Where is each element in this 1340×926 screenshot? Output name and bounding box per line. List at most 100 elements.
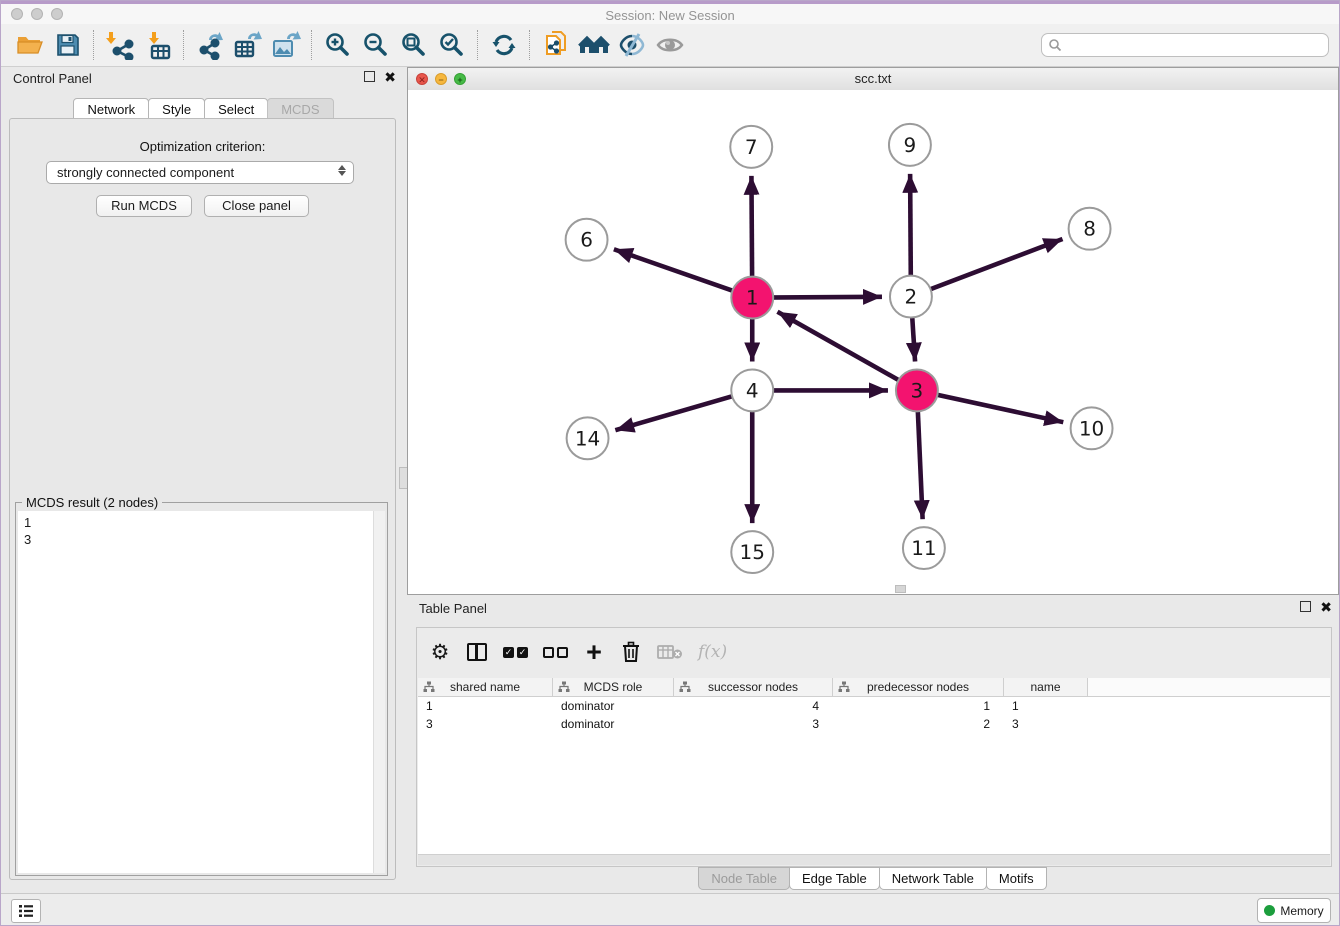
table-row[interactable]: 1dominator411 bbox=[418, 697, 1330, 715]
tab-mcds[interactable]: MCDS bbox=[267, 98, 333, 119]
graph-node-label-1: 1 bbox=[746, 286, 759, 310]
search-box[interactable] bbox=[1041, 33, 1329, 57]
network-window-title: scc.txt bbox=[408, 68, 1338, 89]
column-header-filler bbox=[1088, 678, 1330, 697]
network-canvas[interactable]: 7968124314101511 bbox=[408, 90, 1338, 594]
tab-network[interactable]: Network bbox=[73, 98, 149, 119]
import-table-icon[interactable] bbox=[139, 28, 177, 62]
column-header-predecessor-nodes[interactable]: predecessor nodes bbox=[833, 678, 1004, 697]
table-cell[interactable]: 1 bbox=[1004, 697, 1088, 715]
node-table: shared nameMCDS rolesuccessor nodesprede… bbox=[418, 678, 1330, 855]
criterion-select[interactable]: strongly connected component bbox=[46, 161, 354, 184]
eye-icon bbox=[651, 28, 689, 62]
close-table-panel-icon[interactable]: ✖ bbox=[1320, 602, 1332, 612]
table-cell[interactable]: dominator bbox=[553, 697, 674, 715]
criterion-value: strongly connected component bbox=[57, 165, 234, 180]
delete-table-icon bbox=[657, 640, 683, 664]
graph-node-label-14: 14 bbox=[575, 426, 600, 450]
tab-node-table[interactable]: Node Table bbox=[698, 867, 790, 890]
zoom-fit-icon[interactable] bbox=[395, 28, 433, 62]
table-cell-filler bbox=[1088, 697, 1330, 715]
edge-1-6[interactable] bbox=[614, 249, 752, 297]
table-cell[interactable]: 4 bbox=[674, 697, 833, 715]
graph-node-label-9: 9 bbox=[904, 133, 917, 157]
table-cell[interactable]: 3 bbox=[674, 715, 833, 733]
table-panel-title: Table Panel bbox=[419, 601, 487, 616]
table-cell[interactable]: 3 bbox=[1004, 715, 1088, 733]
result-line: 1 bbox=[24, 514, 368, 531]
table-hscrollbar[interactable] bbox=[418, 854, 1330, 865]
table-panel-header: Table Panel ✖ bbox=[419, 601, 1332, 619]
mcds-result-text[interactable]: 13 bbox=[18, 511, 374, 873]
mcds-result-group: MCDS result (2 nodes) 13 bbox=[15, 502, 388, 876]
run-mcds-button[interactable]: Run MCDS bbox=[96, 195, 192, 217]
table-panel-body: ⚙ ✓✓ + bbox=[416, 627, 1332, 867]
refresh-layout-icon[interactable] bbox=[485, 28, 523, 62]
edge-3-10[interactable] bbox=[917, 390, 1063, 422]
float-panel-icon[interactable] bbox=[364, 71, 375, 82]
zoom-out-icon[interactable] bbox=[357, 28, 395, 62]
main-toolbar bbox=[1, 24, 1339, 67]
open-session-icon[interactable] bbox=[11, 28, 49, 62]
tab-edge-table[interactable]: Edge Table bbox=[789, 867, 880, 890]
graph-node-label-11: 11 bbox=[911, 536, 936, 560]
close-panel-button[interactable]: Close panel bbox=[204, 195, 309, 217]
tab-style[interactable]: Style bbox=[148, 98, 205, 119]
control-panel-header: Control Panel ✖ bbox=[13, 71, 396, 91]
network-window: ✕ − + scc.txt 7968124314101511 bbox=[407, 67, 1339, 595]
houses-icon[interactable] bbox=[575, 28, 613, 62]
gear-icon[interactable]: ⚙ bbox=[429, 640, 451, 664]
delete-column-icon[interactable] bbox=[620, 640, 642, 664]
select-stepper-icon bbox=[338, 165, 346, 176]
export-table-icon[interactable] bbox=[229, 28, 267, 62]
zoom-selected-icon[interactable] bbox=[433, 28, 471, 62]
table-cell[interactable]: 1 bbox=[833, 697, 1004, 715]
edge-2-8[interactable] bbox=[911, 239, 1063, 297]
task-history-button[interactable] bbox=[11, 899, 41, 923]
mcds-result-title: MCDS result (2 nodes) bbox=[22, 495, 162, 510]
export-network-icon[interactable] bbox=[191, 28, 229, 62]
table-panel-tabs: Node TableEdge TableNetwork TableMotifs bbox=[407, 867, 1339, 890]
table-toolbar: ⚙ ✓✓ + bbox=[429, 636, 727, 668]
graphics-details-icon[interactable] bbox=[613, 28, 651, 62]
list-icon bbox=[18, 904, 34, 918]
export-image-icon[interactable] bbox=[267, 28, 305, 62]
search-input[interactable] bbox=[1062, 37, 1328, 53]
column-header-successor-nodes[interactable]: successor nodes bbox=[674, 678, 833, 697]
table-header-row: shared nameMCDS rolesuccessor nodesprede… bbox=[418, 678, 1330, 697]
column-header-name[interactable]: name bbox=[1004, 678, 1088, 697]
table-cell[interactable]: dominator bbox=[553, 715, 674, 733]
column-header-shared-name[interactable]: shared name bbox=[418, 678, 553, 697]
table-rows: 1dominator4113dominator323 bbox=[418, 697, 1330, 733]
add-column-icon[interactable]: + bbox=[583, 640, 605, 664]
control-panel-tabs: NetworkStyleSelectMCDS bbox=[9, 97, 397, 119]
import-network-icon[interactable] bbox=[101, 28, 139, 62]
select-all-icon[interactable]: ✓✓ bbox=[503, 640, 528, 664]
horizontal-splitter-handle[interactable] bbox=[895, 585, 906, 593]
table-cell[interactable]: 1 bbox=[418, 697, 553, 715]
graph-svg: 7968124314101511 bbox=[408, 90, 1338, 594]
result-scrollbar[interactable] bbox=[373, 511, 385, 873]
memory-button[interactable]: Memory bbox=[1257, 898, 1331, 923]
network-window-titlebar[interactable]: ✕ − + scc.txt bbox=[408, 68, 1338, 91]
tab-motifs[interactable]: Motifs bbox=[986, 867, 1047, 890]
duplicate-network-icon[interactable] bbox=[537, 28, 575, 62]
tab-network-table[interactable]: Network Table bbox=[879, 867, 987, 890]
columns-icon[interactable] bbox=[466, 640, 488, 664]
column-header-MCDS-role[interactable]: MCDS role bbox=[553, 678, 674, 697]
save-session-icon[interactable] bbox=[49, 28, 87, 62]
memory-label: Memory bbox=[1280, 904, 1323, 918]
graph-node-label-3: 3 bbox=[911, 378, 924, 402]
table-cell[interactable]: 3 bbox=[418, 715, 553, 733]
edge-3-1[interactable] bbox=[777, 312, 916, 391]
table-cell[interactable]: 2 bbox=[833, 715, 1004, 733]
graph-node-label-15: 15 bbox=[740, 540, 765, 564]
deselect-all-icon[interactable] bbox=[543, 640, 568, 664]
zoom-in-icon[interactable] bbox=[319, 28, 357, 62]
close-panel-icon[interactable]: ✖ bbox=[384, 72, 396, 82]
toolbar-separator bbox=[183, 30, 185, 60]
table-row[interactable]: 3dominator323 bbox=[418, 715, 1330, 733]
toolbar-separator bbox=[477, 30, 479, 60]
tab-select[interactable]: Select bbox=[204, 98, 268, 119]
float-table-panel-icon[interactable] bbox=[1300, 601, 1311, 612]
